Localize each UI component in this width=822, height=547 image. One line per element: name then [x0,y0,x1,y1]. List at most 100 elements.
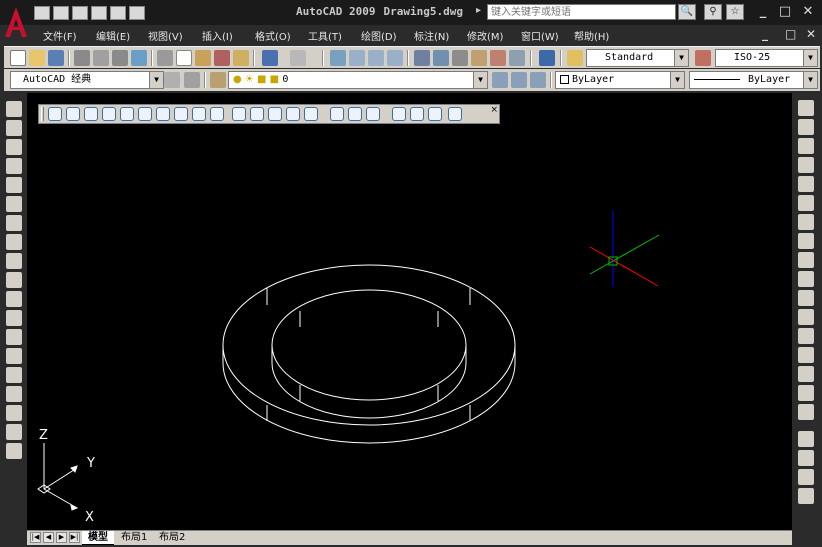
save-icon[interactable] [72,6,88,20]
undo-icon[interactable] [110,6,126,20]
open-icon[interactable] [29,50,45,66]
trim-icon[interactable] [798,271,814,287]
search-icon[interactable]: 🔍 [678,4,696,20]
chevron-down-icon[interactable]: ▼ [473,72,487,88]
extrude-icon[interactable] [232,107,246,121]
properties-icon[interactable] [414,50,430,66]
help-expand-icon[interactable]: ▸ [476,5,481,16]
sphere-icon[interactable] [120,107,134,121]
revision-cloud-icon[interactable] [6,234,22,250]
rectangle-icon[interactable] [6,177,22,193]
circle-icon[interactable] [6,215,22,231]
layer-states-icon[interactable] [530,72,546,88]
copy-object-icon[interactable] [798,119,814,135]
tab-model[interactable]: 模型 [82,531,114,545]
loft-icon[interactable] [304,107,318,121]
doc-close-button[interactable]: ✕ [806,27,816,41]
linetype-select[interactable]: ByLayer ▼ [689,71,818,89]
cylinder-icon[interactable] [138,107,152,121]
plot-icon[interactable] [74,50,90,66]
match-properties-icon[interactable] [214,50,230,66]
wedge-icon[interactable] [84,107,98,121]
point-icon[interactable] [6,348,22,364]
open-file-icon[interactable] [53,6,69,20]
3d-align-icon[interactable] [428,107,442,121]
close-button[interactable]: ✕ [799,4,817,20]
menu-edit[interactable]: 编辑(E) [96,28,130,43]
subtract-icon[interactable] [348,107,362,121]
next-tab-icon[interactable]: ▶ [56,532,67,543]
undo-icon[interactable] [262,50,278,66]
dim-style-icon[interactable] [695,50,711,66]
doc-minimize-button[interactable]: _ [762,27,768,41]
last-tab-icon[interactable]: ▶| [69,532,80,543]
autocad-logo-icon[interactable] [3,3,29,39]
modeling-toolbar[interactable]: × [38,104,500,124]
erase-icon[interactable] [798,100,814,116]
break-icon[interactable] [798,328,814,344]
tool-palettes-icon[interactable] [452,50,468,66]
dim-style-select[interactable]: ISO-25 ▼ [715,49,818,67]
fillet-icon[interactable] [798,385,814,401]
toolbar-grip[interactable] [41,107,44,121]
draw-order-front-icon[interactable] [798,431,814,447]
workspace-select[interactable]: AutoCAD 经典 ▼ [10,71,164,89]
redo-icon[interactable] [129,6,145,20]
menu-tools[interactable]: 工具(T) [308,28,342,43]
union-icon[interactable] [330,107,344,121]
save-icon[interactable] [48,50,64,66]
zoom-window-icon[interactable] [368,50,384,66]
cut-icon[interactable] [157,50,173,66]
menu-help[interactable]: 帮助(H) [574,28,609,43]
menu-format[interactable]: 格式(O) [255,28,291,43]
paste-icon[interactable] [195,50,211,66]
menu-view[interactable]: 视图(V) [148,28,183,43]
ellipse-icon[interactable] [6,272,22,288]
3d-dwf-icon[interactable] [131,50,147,66]
explode-icon[interactable] [798,404,814,420]
offset-icon[interactable] [798,157,814,173]
ellipse-arc-icon[interactable] [6,291,22,307]
3d-move-icon[interactable] [392,107,406,121]
chevron-down-icon[interactable]: ▼ [670,72,684,88]
layer-properties-icon[interactable] [210,72,226,88]
help-search-input[interactable] [487,4,676,20]
draw-order-back-icon[interactable] [798,450,814,466]
new-file-icon[interactable] [34,6,50,20]
presspull-icon[interactable] [250,107,264,121]
spline-icon[interactable] [6,253,22,269]
region-icon[interactable] [6,405,22,421]
3d-array-icon[interactable] [448,107,462,121]
join-icon[interactable] [798,347,814,363]
chevron-down-icon[interactable]: ▼ [674,50,688,66]
polygon-icon[interactable] [6,158,22,174]
mirror-icon[interactable] [798,138,814,154]
pan-icon[interactable] [330,50,346,66]
insert-block-icon[interactable] [6,310,22,326]
break-at-point-icon[interactable] [798,309,814,325]
text-style-icon[interactable] [567,50,583,66]
cone-icon[interactable] [102,107,116,121]
model-space-drawing[interactable]: Z Y X [27,93,792,531]
helix-icon[interactable] [192,107,206,121]
scale-icon[interactable] [798,233,814,249]
polyline-icon[interactable] [6,139,22,155]
previous-tab-icon[interactable]: ◀ [43,532,54,543]
gradient-icon[interactable] [6,386,22,402]
line-icon[interactable] [6,101,22,117]
markup-icon[interactable] [490,50,506,66]
make-block-icon[interactable] [6,329,22,345]
chevron-down-icon[interactable]: ▼ [803,72,817,88]
torus-icon[interactable] [156,107,170,121]
3d-ring-model[interactable] [222,264,516,444]
menu-draw[interactable]: 绘图(D) [361,28,397,43]
workspace-settings-gear-icon[interactable] [164,72,180,88]
first-tab-icon[interactable]: |◀ [30,532,41,543]
planar-surface-icon[interactable] [210,107,224,121]
design-center-icon[interactable] [433,50,449,66]
color-select[interactable]: ByLayer ▼ [555,71,685,89]
qnew-icon[interactable] [10,50,26,66]
arc-icon[interactable] [6,196,22,212]
pyramid-icon[interactable] [174,107,188,121]
favorites-star-icon[interactable]: ☆ [726,4,744,20]
